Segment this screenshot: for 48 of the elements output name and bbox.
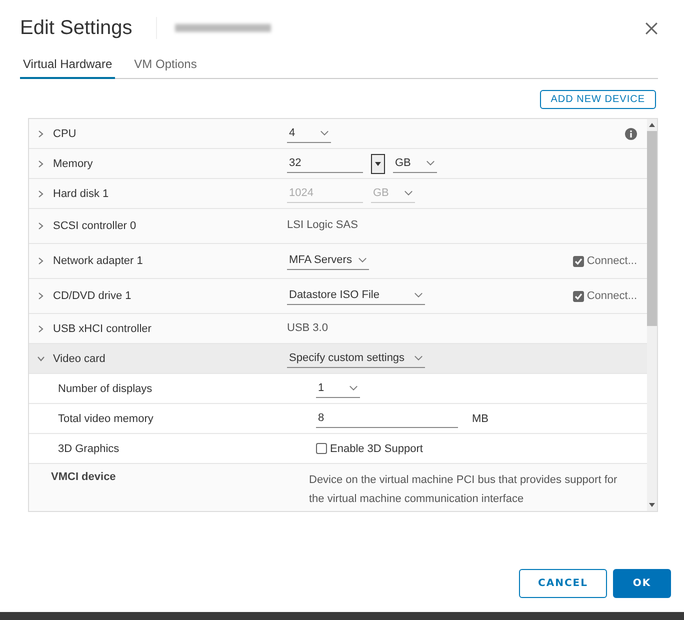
add-device-button[interactable]: ADD NEW DEVICE <box>540 90 656 109</box>
checkbox-label[interactable]: Connect... <box>586 290 637 302</box>
chevron-down-icon <box>414 354 423 360</box>
value-text: LSI Logic SAS <box>287 218 359 234</box>
row-label: SCSI controller 0 <box>53 220 136 232</box>
row-label: Number of displays <box>58 382 152 394</box>
dropdown[interactable]: 4 <box>287 124 331 142</box>
chevron-down-icon <box>349 384 358 390</box>
close-icon[interactable] <box>645 22 658 34</box>
checkbox[interactable] <box>572 256 584 266</box>
cancel-button[interactable]: CANCEL <box>519 569 607 598</box>
tab[interactable]: Virtual Hardware <box>20 54 116 79</box>
row-label: Video card <box>53 352 106 364</box>
input-field[interactable]: 8 <box>316 410 458 428</box>
checkbox-label[interactable]: Enable 3D Support <box>330 442 423 454</box>
chevron-down-icon <box>426 160 435 166</box>
unit-dropdown[interactable]: GB <box>393 154 437 172</box>
chevron-down-icon <box>404 190 413 196</box>
dropdown-button[interactable] <box>371 154 385 174</box>
info-icon[interactable] <box>625 128 637 140</box>
row-label: VMCI device <box>51 471 116 483</box>
row-label: Network adapter 1 <box>53 255 143 267</box>
row-label: Memory <box>53 158 93 170</box>
row-label: 3D Graphics <box>58 442 120 454</box>
row-label: CPU <box>53 128 76 140</box>
chevron-down-icon <box>414 292 423 298</box>
value-text: USB 3.0 <box>287 320 329 336</box>
row-label: USB xHCI controller <box>53 322 152 334</box>
tab[interactable]: VM Options <box>131 54 200 79</box>
unit-label: MB <box>472 412 488 424</box>
checkbox-label[interactable]: Connect... <box>586 255 637 267</box>
dropdown[interactable]: 1 <box>316 380 360 398</box>
number-field[interactable]: 32 <box>287 154 363 172</box>
dialog-title: Edit Settings <box>20 16 132 40</box>
row-label: Hard disk 1 <box>53 188 109 200</box>
dropdown[interactable]: Specify custom settings <box>287 350 425 368</box>
checkbox[interactable] <box>316 443 327 454</box>
row-label: CD/DVD drive 1 <box>53 290 132 302</box>
dropdown[interactable]: Datastore ISO File <box>287 287 425 305</box>
checkbox[interactable] <box>572 290 584 302</box>
ok-button[interactable]: OK <box>613 569 671 598</box>
row-label: Total video memory <box>58 412 154 424</box>
chevron-down-icon <box>320 130 329 136</box>
scrollbar[interactable] <box>647 119 657 511</box>
caret-icon <box>375 162 381 166</box>
dropdown[interactable]: MFA Servers <box>287 252 369 270</box>
chevron-down-icon <box>358 257 367 263</box>
value-text: Device on the virtual machine PCI bus that provides support for the virtual machine communication interface <box>309 473 618 508</box>
